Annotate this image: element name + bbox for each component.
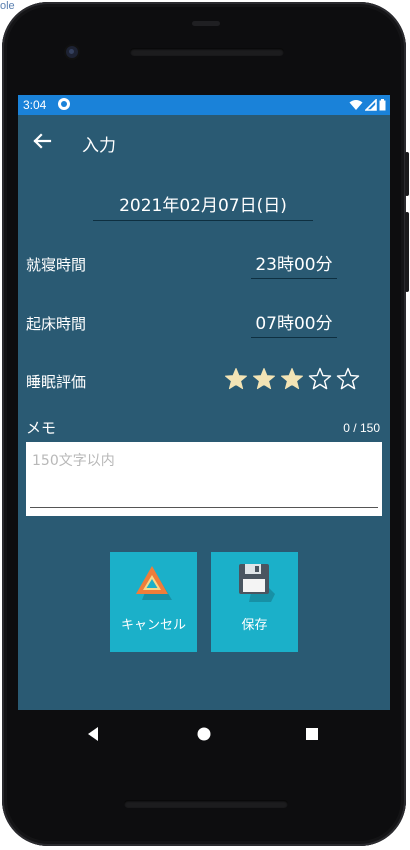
date-picker[interactable]: 2021年02月07日(日) <box>93 191 313 221</box>
star-filled-icon[interactable] <box>252 367 276 391</box>
notification-icon <box>58 98 70 110</box>
background-page-fragment: ole <box>0 0 15 12</box>
recents-square-icon[interactable] <box>302 724 322 744</box>
floppy-disk-icon <box>239 564 275 602</box>
bedtime-label: 就寝時間 <box>26 256 87 274</box>
save-button-label: 保存 <box>241 618 268 633</box>
arrow-left-icon[interactable] <box>30 129 54 153</box>
memo-counter: 0 / 150 <box>343 421 380 435</box>
save-button[interactable]: 保存 <box>211 552 298 652</box>
wifi-icon <box>349 100 363 110</box>
wakeup-field[interactable]: 07時00分 <box>251 309 337 338</box>
memo-label: メモ <box>26 419 57 437</box>
cancel-button[interactable]: キャンセル <box>110 552 197 652</box>
warning-triangle-icon <box>136 566 172 600</box>
signal-icon <box>365 99 377 111</box>
back-triangle-icon[interactable] <box>84 724 104 744</box>
earpiece-speaker <box>130 48 284 56</box>
wakeup-label: 起床時間 <box>26 315 87 333</box>
star-filled-icon[interactable] <box>280 367 304 391</box>
star-filled-icon[interactable] <box>224 367 248 391</box>
home-circle-icon[interactable] <box>194 724 214 744</box>
front-camera <box>66 46 78 58</box>
app-screen: 3:04 入力 2021年02月07日(日) 就寝時間 23時00分 起床時間 … <box>18 95 390 710</box>
star-empty-icon[interactable] <box>336 367 360 391</box>
sleep-rating <box>224 367 360 391</box>
bedtime-field[interactable]: 23時00分 <box>251 250 337 279</box>
memo-input[interactable] <box>26 442 382 516</box>
page-title: 入力 <box>82 136 116 156</box>
status-bar: 3:04 <box>18 95 390 115</box>
top-grille <box>192 21 220 26</box>
volume-button <box>405 212 409 292</box>
star-empty-icon[interactable] <box>308 367 332 391</box>
app-bar: 入力 <box>18 115 390 165</box>
status-icons <box>349 98 386 112</box>
bottom-speaker <box>124 800 288 808</box>
battery-icon <box>379 99 386 111</box>
memo-underline <box>30 507 378 508</box>
system-nav-bar <box>18 710 390 758</box>
rating-label: 睡眠評価 <box>26 373 87 391</box>
power-button <box>405 152 409 196</box>
status-time: 3:04 <box>23 98 47 112</box>
cancel-button-label: キャンセル <box>120 618 186 633</box>
